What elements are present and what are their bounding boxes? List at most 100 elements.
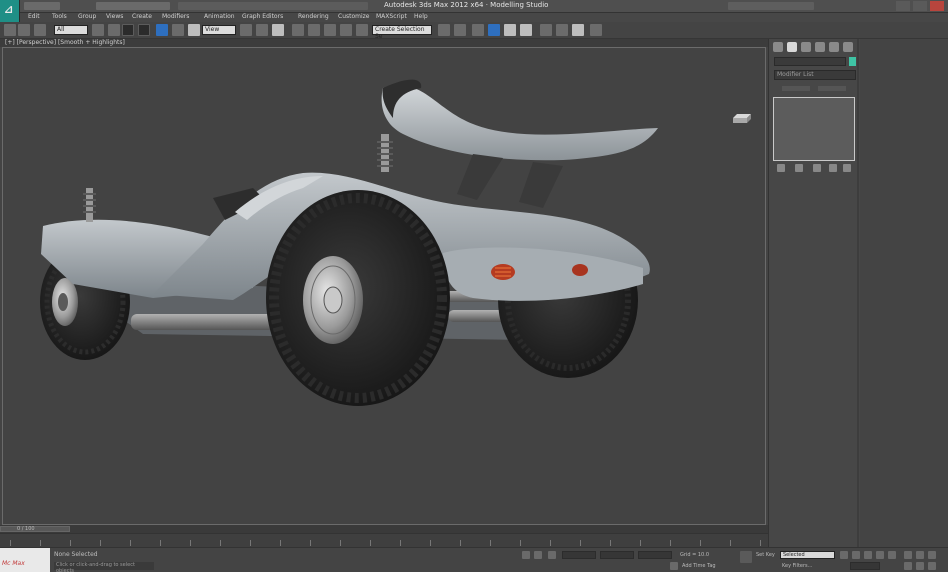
zoom-icon[interactable] xyxy=(904,551,912,559)
curve-editor-icon[interactable] xyxy=(504,24,516,36)
render-setup-icon[interactable] xyxy=(556,24,568,36)
zoom-extents-icon[interactable] xyxy=(928,551,936,559)
auto-key-icon[interactable] xyxy=(740,551,752,563)
add-time-tag[interactable]: Add Time Tag xyxy=(682,563,716,569)
maxscript-listener[interactable]: Mc Max xyxy=(0,548,50,572)
viewcube-icon[interactable] xyxy=(731,111,753,125)
modify-tab-icon[interactable] xyxy=(787,42,797,52)
show-end-result-icon[interactable] xyxy=(795,164,803,172)
make-unique-icon[interactable] xyxy=(813,164,821,172)
select-by-name-icon[interactable] xyxy=(108,24,120,36)
buggy-model[interactable] xyxy=(3,48,766,525)
perspective-viewport[interactable] xyxy=(2,47,766,525)
rendered-frame-window-icon[interactable] xyxy=(572,24,584,36)
absolute-mode-icon[interactable] xyxy=(534,551,542,559)
track-bar[interactable] xyxy=(0,533,768,547)
percent-snap-icon[interactable] xyxy=(324,24,336,36)
orbit-icon[interactable] xyxy=(928,562,936,570)
quick-access-toolbar[interactable] xyxy=(24,2,60,10)
workspace-tab[interactable] xyxy=(96,2,170,10)
menu-edit[interactable]: Edit xyxy=(28,13,40,20)
align-icon[interactable] xyxy=(454,24,466,36)
menu-tools[interactable]: Tools xyxy=(52,13,67,20)
motion-tab-icon[interactable] xyxy=(815,42,825,52)
lock-selection-icon[interactable] xyxy=(522,551,530,559)
field-of-view-icon[interactable] xyxy=(904,562,912,570)
current-frame-field[interactable] xyxy=(850,562,880,570)
menu-help[interactable]: Help xyxy=(414,13,428,20)
select-and-rotate-icon[interactable] xyxy=(172,24,184,36)
select-and-move-icon[interactable] xyxy=(156,24,168,36)
snaps-toggle-icon[interactable] xyxy=(292,24,304,36)
menu-animation[interactable]: Animation xyxy=(204,13,235,20)
time-slider-thumb[interactable]: 0 / 100 xyxy=(0,526,70,532)
go-to-start-icon[interactable] xyxy=(840,551,848,559)
close-icon[interactable] xyxy=(930,1,944,11)
play-icon[interactable] xyxy=(864,551,872,559)
create-tab-icon[interactable] xyxy=(773,42,783,52)
rectangular-selection-icon[interactable] xyxy=(122,24,134,36)
minimize-icon[interactable] xyxy=(896,1,910,11)
angle-snap-icon[interactable] xyxy=(308,24,320,36)
key-mode-dropdown[interactable]: Selected xyxy=(780,551,835,559)
stack-header-bar-left xyxy=(782,86,810,91)
z-coordinate-field[interactable] xyxy=(638,551,672,559)
spinner-snap-icon[interactable] xyxy=(340,24,352,36)
maximize-icon[interactable] xyxy=(913,1,927,11)
select-object-icon[interactable] xyxy=(92,24,104,36)
material-editor-icon[interactable] xyxy=(540,24,552,36)
schematic-view-icon[interactable] xyxy=(520,24,532,36)
undo-icon[interactable] xyxy=(4,24,16,36)
go-to-end-icon[interactable] xyxy=(888,551,896,559)
menu-maxscript[interactable]: MAXScript xyxy=(376,13,407,20)
select-and-scale-icon[interactable] xyxy=(188,24,200,36)
utilities-tab-icon[interactable] xyxy=(843,42,853,52)
set-key-label[interactable]: Set Key xyxy=(756,552,775,558)
render-production-icon[interactable] xyxy=(590,24,602,36)
panel-divider[interactable] xyxy=(857,39,859,547)
pan-view-icon[interactable] xyxy=(916,562,924,570)
selection-filter-dropdown[interactable]: All xyxy=(54,25,88,35)
viewport-label[interactable]: [+] [Perspective] [Smooth + Highlights] xyxy=(5,39,125,46)
object-name-field[interactable] xyxy=(774,57,846,66)
window-crossing-icon[interactable] xyxy=(138,24,150,36)
menu-customize[interactable]: Customize xyxy=(338,13,370,20)
x-coordinate-field[interactable] xyxy=(562,551,596,559)
configure-sets-icon[interactable] xyxy=(843,164,851,172)
layer-manager-icon[interactable] xyxy=(472,24,484,36)
menu-graph-editors[interactable]: Graph Editors xyxy=(242,13,283,20)
named-selection-dropdown[interactable]: Create Selection Se xyxy=(372,25,432,40)
hierarchy-tab-icon[interactable] xyxy=(801,42,811,52)
search-field[interactable] xyxy=(728,2,814,10)
pin-stack-icon[interactable] xyxy=(777,164,785,172)
app-logo[interactable]: ⊿ xyxy=(0,0,20,22)
display-tab-icon[interactable] xyxy=(829,42,839,52)
menu-create[interactable]: Create xyxy=(132,13,152,20)
manipulate-icon[interactable] xyxy=(256,24,268,36)
modifier-list-dropdown[interactable]: Modifier List xyxy=(774,70,856,80)
y-coordinate-field[interactable] xyxy=(600,551,634,559)
remove-modifier-icon[interactable] xyxy=(829,164,837,172)
previous-frame-icon[interactable] xyxy=(852,551,860,559)
menu-views[interactable]: Views xyxy=(106,13,123,20)
graphite-ribbon-icon[interactable] xyxy=(488,24,500,36)
edit-named-selection-icon[interactable] xyxy=(356,24,368,36)
time-tag-icon[interactable] xyxy=(670,562,678,570)
object-color-swatch[interactable] xyxy=(849,57,856,66)
mirror-icon[interactable] xyxy=(438,24,450,36)
reference-coords-dropdown[interactable]: View xyxy=(202,25,236,35)
menu-group[interactable]: Group xyxy=(78,13,96,20)
time-slider[interactable]: 0 / 100 xyxy=(0,525,768,533)
menu-rendering[interactable]: Rendering xyxy=(298,13,329,20)
key-filters-button[interactable]: Key Filters... xyxy=(782,563,812,569)
modifier-stack[interactable] xyxy=(773,97,855,161)
redo-icon[interactable] xyxy=(18,24,30,36)
track-tick xyxy=(160,540,161,546)
menu-modifiers[interactable]: Modifiers xyxy=(162,13,189,20)
transform-type-in-icon[interactable] xyxy=(548,551,556,559)
keyboard-shortcut-icon[interactable] xyxy=(272,24,284,36)
next-frame-icon[interactable] xyxy=(876,551,884,559)
pivot-center-icon[interactable] xyxy=(240,24,252,36)
zoom-all-icon[interactable] xyxy=(916,551,924,559)
link-icon[interactable] xyxy=(34,24,46,36)
